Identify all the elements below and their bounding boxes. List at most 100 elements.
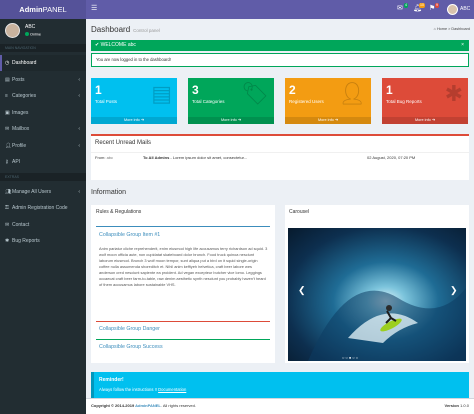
mail-date: 02 August, 2020, 07:20 PM — [367, 155, 416, 160]
topbar-avatar[interactable] — [447, 4, 458, 15]
sidebar-user-name: ABC — [25, 24, 36, 30]
sidebar-item-contact[interactable]: ✉ Contact — [0, 217, 86, 233]
collapsible-group-danger[interactable]: Collapsible Group Danger — [99, 326, 160, 332]
version-value: 1.0.0 — [460, 403, 469, 408]
more-info-link[interactable]: More info ➔ — [188, 117, 274, 124]
stat-label: Total Posts — [95, 99, 118, 104]
list-icon: ≡ — [5, 93, 8, 99]
stat-box-users: 2 Registered Users 👤︎ More info ➔ — [285, 78, 371, 124]
sidebar-item-bug-reports[interactable]: ✱ Bug Reports — [0, 233, 86, 249]
collapsible-bar-success — [96, 339, 270, 340]
more-info-link[interactable]: More info ➔ — [382, 117, 468, 124]
login-message-box: You are now logged in to the dashboard! — [91, 53, 469, 67]
stat-value: 3 — [192, 83, 199, 97]
stat-value: 1 — [386, 83, 393, 97]
carousel-box: Carousel ❮ ❯ ○○●○○ — [285, 205, 469, 363]
reminder-callout: Reminder! Always follow the instructions… — [91, 372, 469, 400]
sidebar-item-dashboard[interactable]: ◷ Dashboard — [0, 55, 86, 71]
sidebar-header-main: MAIN NAVIGATION — [0, 44, 86, 52]
carousel-title: Carousel — [289, 209, 310, 215]
online-dot-icon — [25, 32, 29, 36]
stat-box-bug-reports: 1 Total Bug Reports ✱ More info ➔ — [382, 78, 468, 124]
collapsible-group-item-1[interactable]: Collapsible Group Item #1 — [99, 232, 160, 238]
user-icon: 👤︎ — [5, 143, 12, 149]
mail-badge: 4 — [404, 3, 408, 8]
carousel-image: ❮ ❯ ○○●○○ — [288, 228, 466, 361]
welcome-text: WELCOME abc — [100, 42, 136, 48]
footer-brand-link[interactable]: AdminPANEL — [135, 403, 161, 408]
sidebar-item-mailbox[interactable]: ✉ Mailbox ‹ — [0, 121, 86, 137]
breadcrumb-home[interactable]: Home — [437, 27, 447, 31]
key-icon: ⚷ — [5, 159, 9, 165]
online-status[interactable]: Online — [25, 32, 41, 37]
carousel-prev-icon[interactable]: ❮ — [298, 285, 306, 296]
sidebar-item-profile[interactable]: 👤︎Profile ‹ — [0, 138, 86, 154]
information-heading: Information — [91, 189, 127, 196]
mail-subject: To All Admins - Lorem ipsum dolor sit am… — [143, 155, 363, 160]
topbar-user-name[interactable]: ABC — [460, 5, 470, 14]
more-info-link[interactable]: More info ➔ — [285, 117, 371, 124]
copyright-text: Copyright © 2014-2019 — [91, 403, 136, 408]
online-status-label: Online — [30, 32, 41, 37]
code-icon: ⚿ — [5, 205, 9, 211]
stat-label: Total Categories — [192, 99, 225, 104]
bug-icon: ✱ — [5, 238, 10, 244]
sidebar-item-categories[interactable]: ≡ Categories ‹ — [0, 88, 86, 104]
collapsible-bar-primary — [96, 226, 270, 227]
collapsible-bar-danger — [96, 321, 270, 322]
close-icon[interactable]: × — [461, 40, 464, 51]
envelope-icon: ✉ — [5, 222, 10, 228]
rules-box: Rules & Regulations Collapsible Group It… — [91, 205, 275, 363]
bug-icon: ✱ — [444, 81, 463, 106]
stat-value: 1 — [95, 83, 102, 97]
rules-title: Rules & Regulations — [96, 209, 142, 215]
rights-text: . All rights reserved. — [160, 403, 196, 408]
version-label: Version — [444, 403, 459, 408]
more-info-link[interactable]: More info ➔ — [91, 117, 177, 124]
recent-mails-title: Recent Unread Mails — [95, 140, 152, 146]
sidebar-item-label: Posts — [12, 77, 25, 83]
collapsible-group-success[interactable]: Collapsible Group Success — [99, 344, 163, 350]
mail-from-value: abc — [106, 155, 114, 160]
sidebar-user-panel: ABC Online — [0, 19, 86, 45]
sidebar: ABC Online MAIN NAVIGATION ◷ Dashboard ▤ P… — [0, 19, 86, 414]
page-title-text: Dashboard — [91, 25, 131, 34]
app-logo[interactable]: AdminPANEL — [0, 0, 86, 19]
hamburger-icon[interactable]: ☰ — [91, 5, 97, 13]
reminder-title: Reminder! — [99, 377, 124, 383]
documentation-link[interactable]: Documentation — [158, 387, 186, 392]
footer-version: Version 1.0.0 — [445, 399, 469, 413]
footer: Copyright © 2014-2019 AdminPANEL. All ri… — [86, 398, 474, 414]
carousel-next-icon[interactable]: ❯ — [450, 285, 458, 296]
sidebar-item-posts[interactable]: ▤ Posts ‹ — [0, 72, 86, 88]
sidebar-item-label: Dashboard — [12, 60, 37, 66]
stat-label: Registered Users — [289, 99, 324, 104]
main-content: Dashboard Control panel ⌂ Home > Dashboar… — [86, 19, 474, 414]
chevron-left-icon: ‹ — [78, 143, 80, 149]
chevron-left-icon: ‹ — [78, 93, 80, 99]
breadcrumb-current: Dashboard — [451, 27, 470, 31]
dashboard-icon: ◷ — [5, 60, 10, 66]
document-icon: ▤ — [151, 81, 172, 106]
sidebar-item-images[interactable]: ▣ Images — [0, 105, 86, 121]
mail-from: From: abc — [95, 155, 113, 160]
carousel-indicators[interactable]: ○○●○○ — [342, 355, 359, 360]
reminder-text: Always follow the instructions !! Docume… — [99, 387, 186, 392]
tag-icon: 🏷︎ — [241, 81, 269, 106]
logo-rest-text: PANEL — [42, 5, 67, 14]
envelope-icon[interactable]: ✉ — [397, 4, 403, 13]
sidebar-item-label: Manage All Users — [12, 189, 52, 195]
mail-preview: - Lorem ipsum dolor sit amet, consectetu… — [170, 155, 248, 160]
surfer-illustration — [308, 288, 466, 361]
sidebar-item-label: Images — [12, 110, 29, 116]
mail-icon: ✉ — [5, 126, 10, 132]
sidebar-item-manage-users[interactable]: 👥︎Manage All Users ‹ — [0, 184, 86, 200]
logo-bold-text: Admin — [19, 5, 43, 14]
sidebar-item-label: Contact — [12, 222, 30, 228]
task-badge: 9 — [435, 3, 439, 8]
sidebar-item-admin-registration-code[interactable]: ⚿ Admin Registration Code — [0, 200, 86, 216]
footer-copyright: Copyright © 2014-2019 AdminPANEL. All ri… — [91, 399, 196, 413]
chevron-left-icon: ‹ — [78, 189, 80, 195]
recent-mails-box: Recent Unread Mails From: abc To All Adm… — [91, 134, 469, 180]
sidebar-item-api[interactable]: ⚷ API — [0, 154, 86, 170]
